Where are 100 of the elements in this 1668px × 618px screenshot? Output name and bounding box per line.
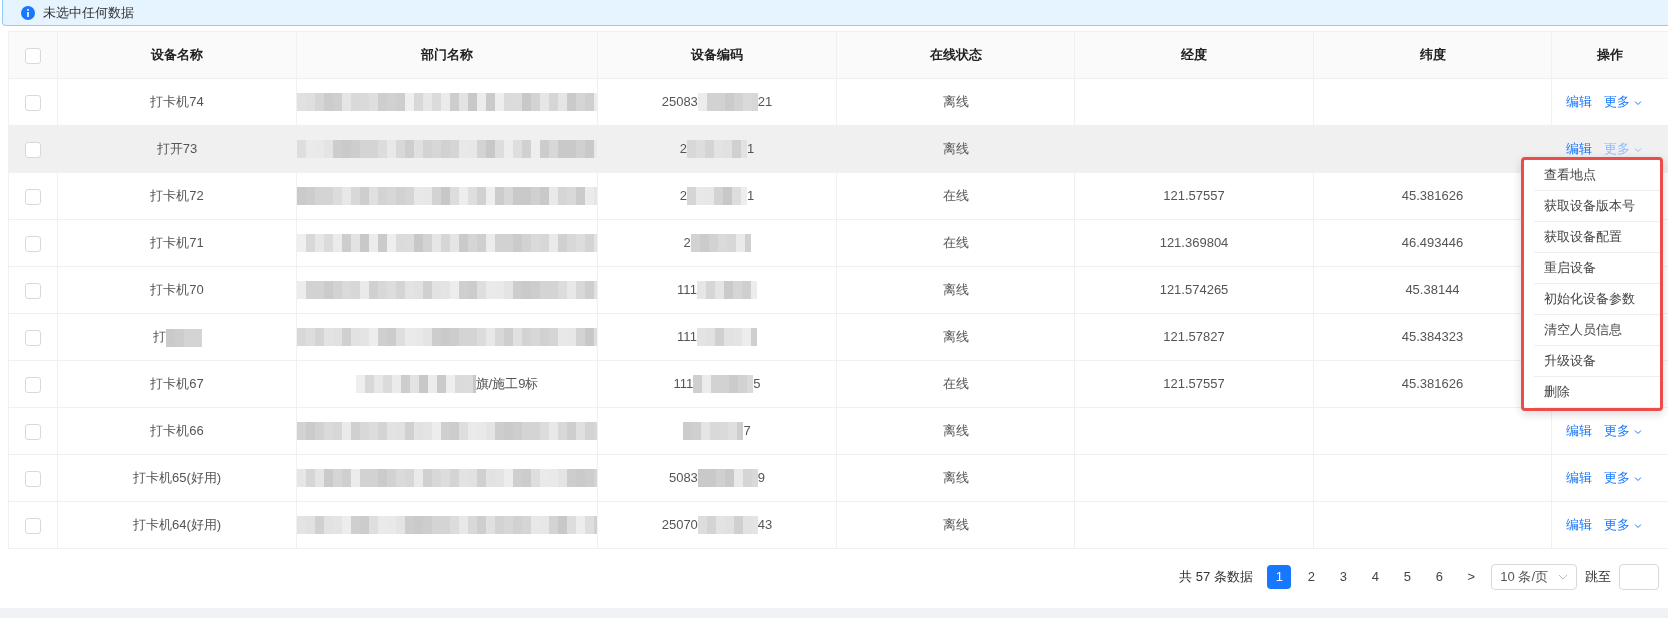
- chevron-down-icon: [1633, 146, 1642, 153]
- page-input[interactable]: [1619, 564, 1659, 590]
- menu-item[interactable]: 升级设备: [1534, 346, 1660, 377]
- table-cell: 打: [152, 329, 166, 345]
- row-checkbox[interactable]: [25, 376, 41, 393]
- menu-item[interactable]: 清空人员信息: [1534, 315, 1660, 346]
- chevron-down-icon: [1633, 99, 1642, 106]
- table-cell: 打开73: [156, 141, 198, 157]
- table-cell: 打卡机74: [150, 94, 204, 110]
- table-cell: 在线: [942, 376, 969, 392]
- column-header: 经度: [1181, 47, 1207, 63]
- menu-item[interactable]: 查看地点: [1534, 160, 1660, 191]
- table-cell-text: 旗/施工9标: [475, 375, 539, 394]
- blurred-text: [696, 328, 757, 346]
- table-cell: 打卡机65(好用): [132, 470, 222, 486]
- row-checkbox[interactable]: [25, 235, 41, 252]
- table-cell: 离线: [942, 470, 969, 486]
- page-button[interactable]: 5: [1395, 565, 1420, 589]
- menu-item[interactable]: 获取设备配置: [1534, 222, 1660, 253]
- page-button[interactable]: 2: [1299, 565, 1324, 589]
- row-checkbox[interactable]: [25, 141, 41, 158]
- edit-link[interactable]: 编辑: [1566, 139, 1592, 159]
- column-header: 操作: [1597, 47, 1623, 63]
- column-header: 纬度: [1419, 47, 1446, 63]
- table-cell-text: 111: [673, 375, 694, 394]
- table-cell: 离线: [942, 282, 969, 298]
- page-button[interactable]: 3: [1331, 565, 1356, 589]
- menu-item[interactable]: 删除: [1534, 377, 1660, 408]
- chevron-down-icon: [1558, 574, 1568, 580]
- table-cell-text: 25070: [661, 516, 698, 535]
- table-cell: 离线: [942, 94, 969, 110]
- table-cell-text: 2: [679, 187, 687, 206]
- select-all-checkbox[interactable]: [25, 47, 41, 64]
- menu-item[interactable]: 获取设备版本号: [1534, 191, 1660, 222]
- table-cell: 121.57827: [1163, 329, 1225, 345]
- column-header: 在线状态: [929, 47, 982, 63]
- page-button[interactable]: 4: [1363, 565, 1388, 589]
- chevron-down-icon: [1633, 428, 1642, 435]
- table-cell: 打卡机64(好用): [132, 517, 222, 533]
- edit-link[interactable]: 编辑: [1566, 92, 1592, 112]
- table-cell: 46.493446: [1401, 235, 1464, 251]
- menu-item[interactable]: 重启设备: [1534, 253, 1660, 284]
- row-checkbox[interactable]: [25, 188, 41, 205]
- table-cell: 打卡机71: [150, 235, 204, 251]
- table-cell-text: 2: [679, 140, 687, 159]
- page-size-select[interactable]: 10 条/页: [1491, 564, 1577, 590]
- table-cell: 离线: [942, 141, 969, 157]
- more-link[interactable]: 更多: [1604, 468, 1642, 488]
- table-cell-text: 5: [753, 375, 761, 394]
- page-button[interactable]: 6: [1427, 565, 1452, 589]
- row-checkbox[interactable]: [25, 329, 41, 346]
- jump-label: 跳至: [1585, 568, 1611, 587]
- next-page-button[interactable]: >: [1459, 565, 1484, 589]
- column-header: 设备编码: [691, 47, 743, 63]
- blurred-text: [697, 93, 758, 111]
- table-cell: 打卡机70: [150, 282, 204, 298]
- table-cell: 121.57557: [1163, 376, 1225, 392]
- table-cell-text: 9: [757, 469, 766, 488]
- table-cell-text: 7: [743, 422, 751, 441]
- edit-link[interactable]: 编辑: [1566, 468, 1592, 488]
- blurred-text: [697, 469, 758, 487]
- more-link[interactable]: 更多: [1604, 515, 1642, 535]
- blurred-text: [693, 375, 754, 393]
- table-cell: 打卡机66: [150, 423, 204, 439]
- table-cell-text: 2: [683, 234, 691, 253]
- table-cell-text: 25083: [661, 93, 698, 112]
- more-link[interactable]: 更多: [1604, 421, 1642, 441]
- blurred-text: [683, 422, 744, 440]
- row-checkbox[interactable]: [25, 470, 41, 487]
- blurred-text: [697, 516, 758, 534]
- row-checkbox[interactable]: [25, 282, 41, 299]
- page-button[interactable]: 1: [1267, 565, 1292, 589]
- table-cell-text: 5083: [668, 469, 698, 488]
- table-cell: 45.384323: [1401, 329, 1464, 345]
- row-checkbox[interactable]: [25, 94, 41, 111]
- table-cell-text: 111: [677, 281, 697, 300]
- more-link[interactable]: 更多: [1604, 92, 1642, 112]
- table-cell-text: 1: [747, 140, 755, 159]
- table-cell: 在线: [942, 235, 969, 251]
- edit-link[interactable]: 编辑: [1566, 421, 1592, 441]
- table-cell: 45.38144: [1405, 282, 1460, 298]
- table-cell: 在线: [942, 188, 969, 204]
- table-cell: 打卡机72: [150, 188, 204, 204]
- edit-link[interactable]: 编辑: [1566, 515, 1592, 535]
- blurred-text: [165, 328, 202, 347]
- blurred-text: [696, 281, 757, 299]
- column-header: 设备名称: [151, 47, 203, 63]
- menu-item[interactable]: 初始化设备参数: [1534, 284, 1660, 315]
- table-cell-text: 21: [757, 93, 773, 112]
- table-cell: 45.381626: [1401, 376, 1464, 392]
- blurred-text: [687, 187, 747, 205]
- table-cell: 离线: [942, 329, 969, 345]
- table-cell-text: 1: [747, 187, 755, 206]
- table-cell-text: 43: [757, 516, 773, 535]
- alert-message: 未选中任何数据: [43, 3, 134, 22]
- table-cell: 121.574265: [1159, 282, 1229, 298]
- table-cell: 离线: [942, 423, 969, 439]
- table-cell-text: 111: [677, 328, 697, 347]
- row-checkbox[interactable]: [25, 423, 41, 440]
- row-checkbox[interactable]: [25, 517, 41, 534]
